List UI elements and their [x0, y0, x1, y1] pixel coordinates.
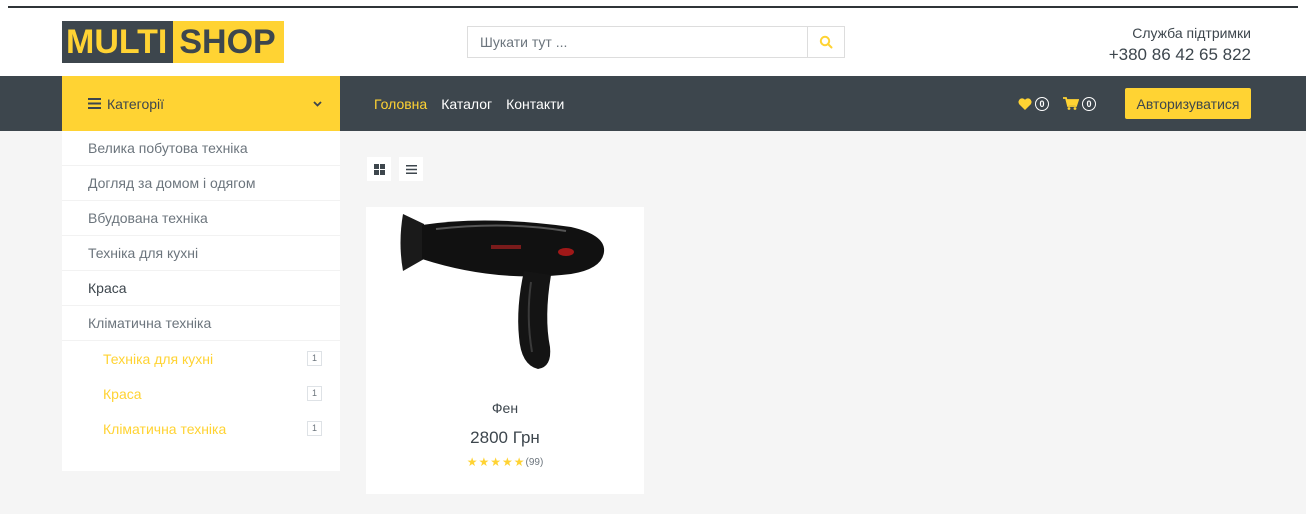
- search-bar: [467, 26, 845, 58]
- cart-count: 0: [1082, 96, 1096, 111]
- product-name[interactable]: Фен: [366, 400, 644, 416]
- category-sidebar: Велика побутова техніка Догляд за домом …: [62, 131, 340, 471]
- sidebar-subitem-label: Кліматична техніка: [103, 420, 227, 437]
- product-rating: ★ ★ ★ ★ ★ (99): [366, 455, 644, 469]
- star-icon: ★: [466, 455, 478, 469]
- login-button[interactable]: Авторизуватися: [1125, 88, 1251, 119]
- heart-icon: [1018, 97, 1032, 110]
- support-info: Служба підтримки +380 86 42 65 822: [1109, 24, 1251, 66]
- search-icon: [819, 35, 833, 49]
- sidebar-subitem-count: 1: [306, 351, 322, 366]
- star-icon: ★: [513, 455, 525, 469]
- grid-icon: [373, 163, 385, 175]
- support-phone: +380 86 42 65 822: [1108, 45, 1251, 64]
- top-border: [0, 0, 1306, 8]
- logo[interactable]: MULTI SHOP: [62, 21, 284, 63]
- nav-link-home[interactable]: Головна: [374, 96, 427, 112]
- view-toggle: [367, 157, 423, 181]
- sidebar-subitem-label: Краса: [103, 385, 142, 402]
- logo-part1: MULTI: [62, 21, 174, 63]
- star-icon: ★: [490, 455, 501, 469]
- list-view-button[interactable]: [399, 157, 423, 181]
- nav-link-contacts[interactable]: Контакти: [506, 96, 564, 112]
- sidebar-subitem-count: 1: [306, 386, 322, 401]
- sidebar-subitem-count: 1: [306, 421, 322, 436]
- sidebar-item-home-care[interactable]: Догляд за домом і одягом: [62, 166, 340, 201]
- list-icon: [405, 164, 417, 174]
- star-icon: ★: [478, 455, 490, 469]
- cart-icon: [1063, 97, 1079, 110]
- support-label: Служба підтримки: [1132, 25, 1251, 41]
- nav-link-catalog[interactable]: Каталог: [441, 96, 492, 112]
- grid-view-button[interactable]: [367, 157, 391, 181]
- cart-button[interactable]: 0: [1063, 96, 1096, 111]
- categories-toggle[interactable]: Категорії: [62, 76, 340, 131]
- sidebar-subitem-label: Техніка для кухні: [103, 350, 214, 367]
- chevron-down-icon: [313, 100, 322, 107]
- wishlist-count: 0: [1035, 96, 1049, 111]
- categories-label: Категорії: [107, 95, 165, 112]
- sidebar-subitem-beauty[interactable]: Краса 1: [62, 376, 340, 411]
- main-nav: Головна Каталог Контакти: [374, 76, 564, 131]
- star-icon: ★: [501, 455, 513, 469]
- review-count: (99): [525, 456, 544, 468]
- sidebar-subitem-kitchen[interactable]: Техніка для кухні 1: [62, 341, 340, 376]
- sidebar-item-kitchen[interactable]: Техніка для кухні: [62, 236, 340, 271]
- product-price: 2800 Грн: [470, 428, 540, 447]
- sidebar-item-built-in[interactable]: Вбудована техніка: [62, 201, 340, 236]
- sidebar-item-climate[interactable]: Кліматична техніка: [62, 306, 340, 341]
- wishlist-button[interactable]: 0: [1018, 96, 1049, 111]
- product-image[interactable]: [366, 207, 644, 387]
- search-input[interactable]: [468, 27, 807, 57]
- logo-part2: SHOP: [173, 21, 284, 63]
- menu-icon: [88, 98, 101, 109]
- sidebar-subitem-climate[interactable]: Кліматична техніка 1: [62, 411, 340, 446]
- nav-icons: 0 0: [1018, 76, 1096, 131]
- header: MULTI SHOP Служба підтримки +380 86 42 6…: [0, 8, 1306, 76]
- sidebar-item-beauty[interactable]: Краса: [62, 271, 340, 306]
- search-button[interactable]: [807, 27, 844, 57]
- sidebar-item-large-appliances[interactable]: Велика побутова техніка: [62, 131, 340, 166]
- product-card[interactable]: [366, 207, 644, 494]
